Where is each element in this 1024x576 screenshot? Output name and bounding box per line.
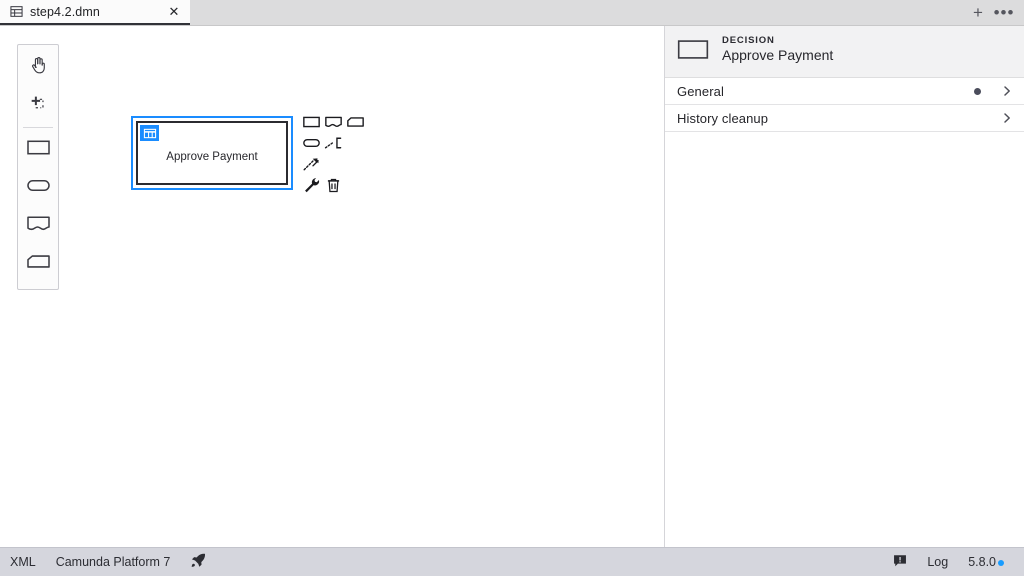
element-type-label: DECISION: [722, 35, 775, 46]
text-annotation-icon: [324, 136, 343, 155]
context-pad-append-text-annotation[interactable]: [322, 135, 344, 156]
status-bar-left: XML Camunda Platform 7: [0, 548, 217, 576]
dmn-canvas[interactable]: Approve Payment: [0, 26, 665, 547]
properties-header-text: DECISION Approve Payment: [722, 35, 833, 64]
decision-rectangle-icon: [302, 115, 321, 134]
knowledge-source-icon: [324, 115, 343, 134]
deploy-button[interactable]: [180, 548, 217, 576]
context-pad-append-decision[interactable]: [300, 114, 322, 135]
lasso-select-icon: [28, 93, 49, 119]
properties-panel: DECISION Approve Payment General History…: [665, 26, 1024, 547]
hand-icon: [28, 55, 49, 81]
update-available-dot: [998, 560, 1004, 566]
version-button[interactable]: 5.8.0: [958, 548, 1014, 576]
tab-bar-actions: + •••: [966, 0, 1024, 25]
workspace: Approve Payment DECISION Approve Payment…: [0, 26, 1024, 547]
element-name-label: Approve Payment: [722, 47, 834, 63]
input-data-stadium-icon: [25, 175, 52, 201]
business-knowledge-model-icon: [346, 115, 365, 134]
group-label: History cleanup: [677, 110, 769, 126]
version-wrap: 5.8.0: [968, 555, 1004, 569]
context-pad-delete[interactable]: [322, 177, 344, 198]
ellipsis-icon: •••: [993, 2, 1015, 22]
palette-divider: [23, 127, 53, 128]
chevron-right-icon: [1001, 85, 1013, 97]
more-menu-button[interactable]: •••: [992, 1, 1016, 25]
palette-create-input-data[interactable]: [18, 169, 58, 207]
context-pad-change-type[interactable]: [300, 177, 322, 198]
add-tab-button[interactable]: +: [966, 1, 990, 25]
dmn-table-icon: [10, 5, 23, 18]
wrench-icon: [302, 176, 320, 199]
properties-group-general[interactable]: General: [665, 78, 1024, 105]
properties-panel-body: [665, 132, 1024, 547]
tab-bar: step4.2.dmn ✕ + •••: [0, 0, 1024, 26]
notifications-button[interactable]: [883, 548, 917, 576]
xml-toggle-button[interactable]: XML: [0, 548, 46, 576]
platform-label: Camunda Platform 7: [55, 555, 171, 569]
input-data-stadium-icon: [302, 136, 321, 155]
group-status-dot: [974, 87, 981, 95]
connect-arrow-icon: [302, 157, 321, 177]
palette-create-business-knowledge-model[interactable]: [18, 245, 58, 283]
rocket-icon: [190, 552, 207, 572]
alert-icon: [893, 554, 907, 571]
group-label: General: [677, 83, 724, 99]
decision-shape-selection[interactable]: Approve Payment: [131, 116, 293, 190]
palette-lasso-tool[interactable]: [18, 87, 58, 125]
context-pad-connect[interactable]: [300, 156, 322, 177]
business-knowledge-model-icon: [25, 251, 52, 277]
version-label: 5.8.0: [968, 555, 996, 569]
properties-groups: General History cleanup: [665, 78, 1024, 132]
context-pad-append-input-data[interactable]: [300, 135, 322, 156]
decision-table-icon: [140, 125, 159, 141]
trash-icon: [325, 177, 342, 199]
xml-label: XML: [10, 555, 36, 569]
decision-shape[interactable]: Approve Payment: [136, 121, 288, 185]
context-pad-append-bkm[interactable]: [344, 114, 366, 135]
status-bar: XML Camunda Platform 7 Log 5.8.0: [0, 547, 1024, 576]
log-button[interactable]: Log: [917, 548, 958, 576]
close-icon[interactable]: ✕: [166, 4, 182, 20]
context-pad-append-knowledge-source[interactable]: [322, 114, 344, 135]
status-bar-right: Log 5.8.0: [883, 548, 1014, 576]
properties-header: DECISION Approve Payment: [665, 26, 1024, 78]
plus-icon: +: [973, 3, 983, 22]
palette-create-decision[interactable]: [18, 131, 58, 169]
tab-bar-spacer: [190, 0, 966, 25]
element-palette: [17, 44, 59, 290]
context-pad: [300, 114, 372, 198]
palette-hand-tool[interactable]: [18, 49, 58, 87]
decision-rectangle-icon: [25, 137, 52, 163]
modeler-window: step4.2.dmn ✕ + ••• Approve Payment DECI…: [0, 0, 1024, 576]
knowledge-source-icon: [25, 213, 52, 239]
tab-label: step4.2.dmn: [30, 4, 100, 19]
log-label: Log: [927, 555, 949, 569]
tab-step4-2-dmn[interactable]: step4.2.dmn ✕: [0, 0, 190, 25]
decision-shape-label: Approve Payment: [166, 150, 258, 163]
properties-group-history-cleanup[interactable]: History cleanup: [665, 105, 1024, 132]
decision-rectangle-icon: [677, 39, 710, 65]
engine-profile-button[interactable]: Camunda Platform 7: [46, 548, 181, 576]
palette-create-knowledge-source[interactable]: [18, 207, 58, 245]
chevron-right-icon: [1001, 112, 1013, 124]
